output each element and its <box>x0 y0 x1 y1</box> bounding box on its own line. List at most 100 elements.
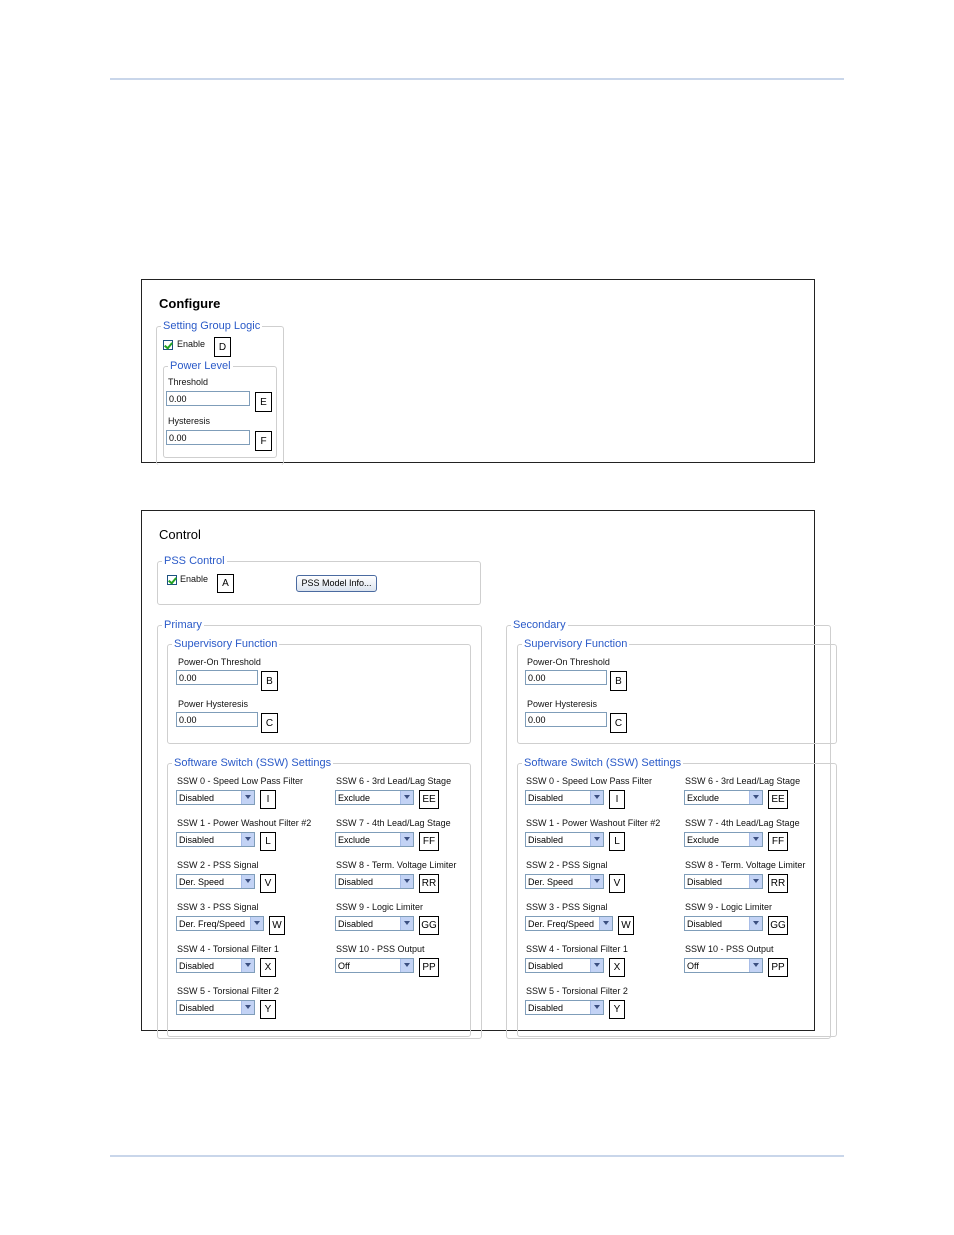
chevron-down-icon[interactable] <box>749 833 762 846</box>
chevron-down-icon[interactable] <box>590 833 603 846</box>
chevron-down-icon[interactable] <box>749 875 762 888</box>
primary-ssw-dropdown[interactable]: Disabled <box>176 832 255 847</box>
secondary-ssw-dropdown[interactable]: Exclude <box>684 832 763 847</box>
primary-ssw-dropdown-value: Off <box>338 961 350 971</box>
threshold-label: Threshold <box>168 377 209 387</box>
primary-ssw-dropdown[interactable]: Disabled <box>335 916 414 931</box>
primary-ssw-dropdown-value: Der. Freq/Speed <box>179 919 246 929</box>
secondary-legend: Secondary <box>513 619 566 631</box>
primary-ssw-dropdown[interactable]: Exclude <box>335 790 414 805</box>
chevron-down-icon[interactable] <box>590 791 603 804</box>
primary-supervisory-group: Supervisory Function <box>167 638 471 744</box>
chevron-down-icon[interactable] <box>599 917 612 930</box>
primary-ssw-callout-tag: GG <box>419 916 439 935</box>
secondary-ssw-dropdown[interactable]: Disabled <box>525 832 604 847</box>
secondary-power-hyst-input[interactable]: 0.00 <box>525 712 607 727</box>
secondary-ssw-dropdown[interactable]: Disabled <box>684 874 763 889</box>
primary-ssw-dropdown[interactable]: Disabled <box>176 958 255 973</box>
secondary-ssw-label: SSW 4 - Torsional Filter 1 <box>526 944 628 954</box>
primary-ssw-callout-tag: EE <box>419 790 439 809</box>
primary-ssw-label: SSW 10 - PSS Output <box>336 944 425 954</box>
primary-ssw-label: SSW 0 - Speed Low Pass Filter <box>177 776 304 786</box>
chevron-down-icon[interactable] <box>749 917 762 930</box>
footer-rule <box>110 1155 844 1157</box>
secondary-ssw-dropdown[interactable]: Exclude <box>684 790 763 805</box>
primary-power-on-input[interactable]: 0.00 <box>176 670 258 685</box>
secondary-power-hyst-label: Power Hysteresis <box>527 699 598 709</box>
chevron-down-icon[interactable] <box>241 833 254 846</box>
chevron-down-icon[interactable] <box>400 791 413 804</box>
secondary-ssw-callout-tag: PP <box>768 958 788 977</box>
primary-ssw-callout-tag: I <box>260 790 276 809</box>
primary-ssw-dropdown[interactable]: Der. Freq/Speed <box>176 916 264 931</box>
primary-ssw-label: SSW 9 - Logic Limiter <box>336 902 424 912</box>
setting-group-enable-checkbox[interactable] <box>163 340 173 350</box>
primary-ssw-label: SSW 2 - PSS Signal <box>177 860 259 870</box>
secondary-ssw-dropdown-value: Disabled <box>528 835 564 845</box>
secondary-ssw-label: SSW 10 - PSS Output <box>685 944 774 954</box>
pss-model-info-button[interactable]: PSS Model Info... <box>296 575 377 592</box>
primary-ssw-callout-tag: FF <box>419 832 439 851</box>
secondary-ssw-dropdown-value: Disabled <box>528 793 564 803</box>
secondary-ssw-dropdown-value: Disabled <box>528 1003 564 1013</box>
hysteresis-input[interactable]: 0.00 <box>166 430 250 445</box>
primary-ssw-dropdown[interactable]: Exclude <box>335 832 414 847</box>
chevron-down-icon[interactable] <box>590 959 603 972</box>
secondary-ssw-dropdown-value: Disabled <box>687 919 723 929</box>
primary-ssw-dropdown-value: Disabled <box>338 877 374 887</box>
secondary-ssw-dropdown-value: Disabled <box>687 877 723 887</box>
chevron-down-icon[interactable] <box>749 791 762 804</box>
primary-ssw-dropdown-value: Disabled <box>338 919 374 929</box>
secondary-power-hyst-callout-tag: C <box>610 713 627 733</box>
pss-enable-checkbox[interactable] <box>167 575 177 585</box>
secondary-ssw-label: SSW 3 - PSS Signal <box>526 902 608 912</box>
primary-ssw-callout-tag: Y <box>260 1000 276 1019</box>
chevron-down-icon[interactable] <box>400 833 413 846</box>
chevron-down-icon[interactable] <box>749 959 762 972</box>
secondary-power-on-label: Power-On Threshold <box>527 657 610 667</box>
secondary-ssw-legend: Software Switch (SSW) Settings <box>524 757 682 769</box>
primary-power-hyst-input[interactable]: 0.00 <box>176 712 258 727</box>
primary-ssw-callout-tag: W <box>269 916 285 935</box>
primary-ssw-dropdown[interactable]: Disabled <box>335 874 414 889</box>
primary-ssw-dropdown[interactable]: Disabled <box>176 1000 255 1015</box>
control-title: Control <box>159 527 201 542</box>
secondary-supervisory-legend: Supervisory Function <box>524 638 628 650</box>
chevron-down-icon[interactable] <box>241 791 254 804</box>
secondary-ssw-dropdown[interactable]: Der. Freq/Speed <box>525 916 613 931</box>
chevron-down-icon[interactable] <box>241 875 254 888</box>
chevron-down-icon[interactable] <box>590 1001 603 1014</box>
hysteresis-callout-tag: F <box>255 431 272 451</box>
secondary-power-on-input[interactable]: 0.00 <box>525 670 607 685</box>
secondary-ssw-callout-tag: V <box>609 874 625 893</box>
chevron-down-icon[interactable] <box>590 875 603 888</box>
primary-ssw-dropdown[interactable]: Off <box>335 958 414 973</box>
secondary-ssw-dropdown[interactable]: Disabled <box>525 790 604 805</box>
primary-ssw-label: SSW 3 - PSS Signal <box>177 902 259 912</box>
secondary-ssw-dropdown[interactable]: Off <box>684 958 763 973</box>
secondary-ssw-callout-tag: Y <box>609 1000 625 1019</box>
primary-ssw-dropdown-value: Disabled <box>179 1003 215 1013</box>
secondary-ssw-label: SSW 7 - 4th Lead/Lag Stage <box>685 818 800 828</box>
setting-group-logic-legend: Setting Group Logic <box>163 320 261 332</box>
primary-ssw-dropdown[interactable]: Der. Speed <box>176 874 255 889</box>
primary-ssw-dropdown[interactable]: Disabled <box>176 790 255 805</box>
chevron-down-icon[interactable] <box>400 917 413 930</box>
secondary-ssw-callout-tag: L <box>609 832 625 851</box>
primary-ssw-dropdown-value: Disabled <box>179 835 215 845</box>
chevron-down-icon[interactable] <box>250 917 263 930</box>
secondary-ssw-callout-tag: EE <box>768 790 788 809</box>
chevron-down-icon[interactable] <box>400 875 413 888</box>
threshold-input[interactable]: 0.00 <box>166 391 250 406</box>
secondary-ssw-dropdown[interactable]: Der. Speed <box>525 874 604 889</box>
primary-ssw-dropdown-value: Exclude <box>338 835 371 845</box>
setting-group-enable-label: Enable <box>177 339 206 349</box>
secondary-ssw-dropdown[interactable]: Disabled <box>684 916 763 931</box>
chevron-down-icon[interactable] <box>400 959 413 972</box>
chevron-down-icon[interactable] <box>241 959 254 972</box>
chevron-down-icon[interactable] <box>241 1001 254 1014</box>
primary-power-on-callout-tag: B <box>261 671 278 691</box>
primary-ssw-label: SSW 5 - Torsional Filter 2 <box>177 986 279 996</box>
secondary-ssw-dropdown[interactable]: Disabled <box>525 1000 604 1015</box>
secondary-ssw-dropdown[interactable]: Disabled <box>525 958 604 973</box>
